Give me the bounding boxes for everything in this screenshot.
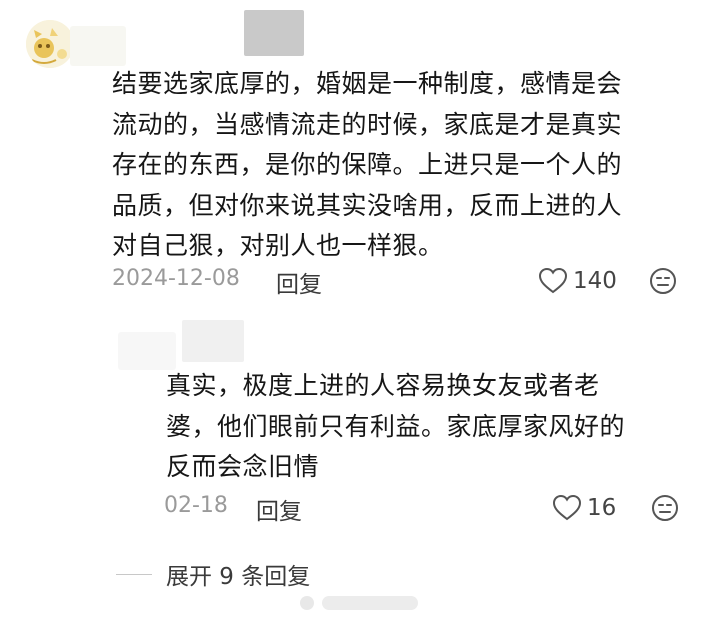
avatar[interactable]	[26, 20, 74, 68]
watermark-mark	[300, 596, 314, 610]
dislike-face-icon	[650, 268, 676, 294]
comment-text: 结要选家底厚的，婚姻是一种制度，感情是会 流动的，当感情流走的时候，家底是才是真…	[112, 69, 623, 260]
comment-meta-row: 2024-12-08 回复 140	[112, 262, 692, 302]
reply-button[interactable]: 回复	[276, 265, 322, 299]
reply-username-blurred	[182, 320, 244, 362]
dislike-face-icon	[652, 495, 678, 521]
username-blurred	[70, 26, 126, 66]
dislike-button[interactable]	[648, 266, 678, 300]
reply-dislike-button[interactable]	[650, 493, 680, 527]
comment-date: 2024-12-08	[112, 266, 240, 291]
expand-replies-button[interactable]: 展开 9 条回复	[116, 558, 310, 590]
avatar-image	[26, 20, 74, 68]
username-mosaic	[244, 10, 304, 56]
reply-avatar-blurred	[118, 332, 176, 370]
reply-text: 真实，极度上进的人容易换女友或者老 婆，他们眼前只有利益。家底厚家风好的 反而会…	[166, 371, 626, 481]
like-button[interactable]: 140	[538, 264, 617, 298]
heart-icon	[538, 267, 568, 294]
expand-divider	[116, 573, 152, 575]
reply-date: 02-18	[164, 493, 228, 518]
expand-replies-label: 展开 9 条回复	[166, 564, 311, 590]
reply-meta-row: 02-18 回复 16	[164, 489, 684, 529]
heart-icon	[552, 494, 582, 521]
reply-like-count: 16	[587, 495, 617, 521]
reply-reply-button[interactable]: 回复	[256, 492, 302, 526]
watermark-mark	[322, 596, 418, 610]
like-count: 140	[573, 268, 617, 294]
reply-like-button[interactable]: 16	[552, 491, 616, 525]
